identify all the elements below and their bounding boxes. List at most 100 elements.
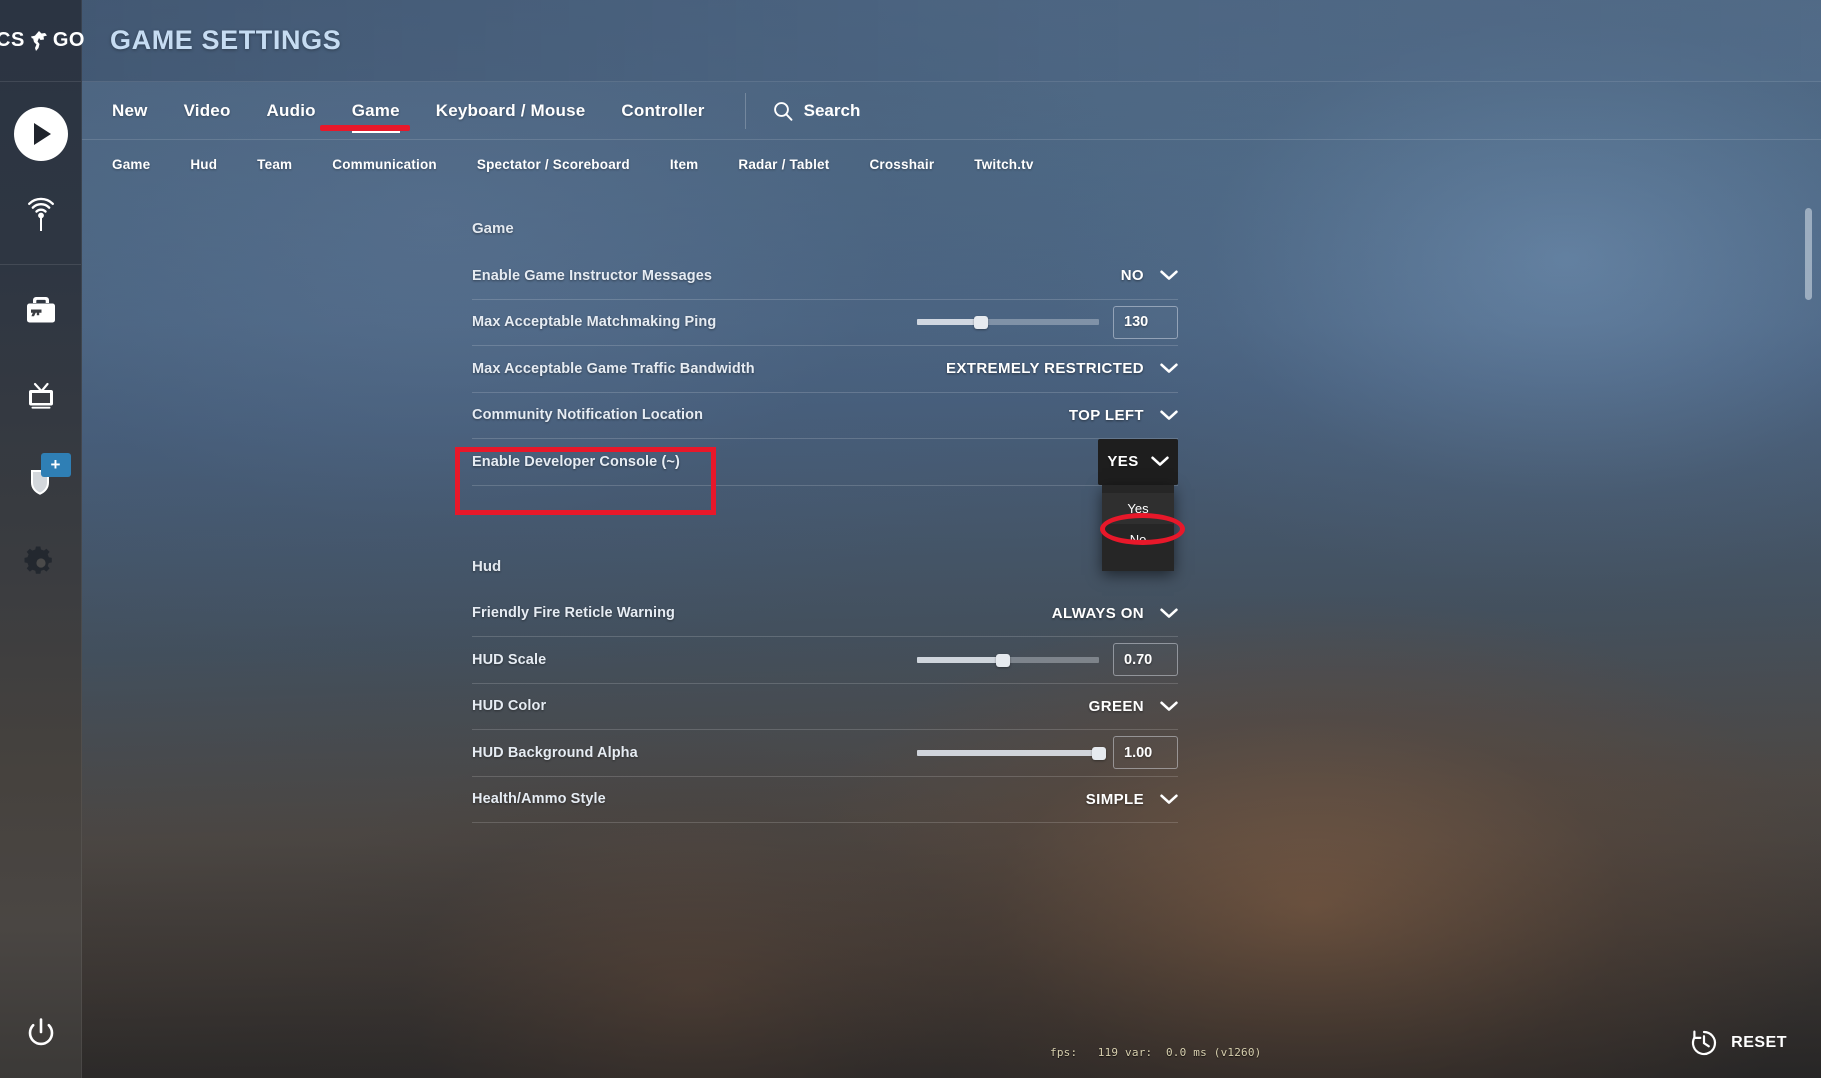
- sidebar-item-upgrade[interactable]: +: [0, 437, 81, 521]
- row-label: HUD Color: [472, 698, 547, 715]
- logo-text-right: GO: [52, 29, 85, 51]
- row-label: Max Acceptable Matchmaking Ping: [472, 314, 717, 331]
- dropdown-health-ammo-style[interactable]: SIMPLE: [1086, 791, 1178, 808]
- setting-row-friendly-fire-reticle-warning: Friendly Fire Reticle Warning ALWAYS ON: [472, 591, 1178, 637]
- power-icon: [28, 1018, 53, 1046]
- section-title-game: Game: [472, 220, 514, 237]
- logo-text-left: CS: [0, 29, 25, 51]
- setting-row-hud-scale: HUD Scale 0.70: [472, 637, 1178, 684]
- settings-list: Game Enable Game Instructor Messages NO …: [472, 202, 1178, 823]
- chevron-down-icon: [1160, 794, 1178, 804]
- row-label: Friendly Fire Reticle Warning: [472, 605, 675, 622]
- bottom-bar: fps: 119 var: 0.0 ms (v1260) RESET: [82, 1016, 1821, 1078]
- dropdown-value: NO: [1120, 267, 1144, 285]
- dropdown-community-notification-location[interactable]: TOP LEFT: [1069, 407, 1178, 424]
- chevron-down-icon: [1160, 608, 1178, 618]
- chevron-down-icon: [1160, 363, 1178, 374]
- history-revert-icon: [1692, 1030, 1717, 1056]
- gear-icon: [24, 546, 52, 574]
- subtab-game[interactable]: Game: [112, 157, 150, 172]
- broadcast-antenna-icon: [27, 197, 54, 231]
- dropdown-friendly-fire-reticle-warning[interactable]: ALWAYS ON: [1052, 605, 1178, 622]
- csgo-logo: CS GO: [0, 0, 84, 82]
- setting-row-enable-developer-console: Enable Developer Console (~) YES Yes No: [472, 438, 1178, 571]
- chevron-down-icon: [1160, 701, 1178, 711]
- sidebar-item-settings[interactable]: [0, 521, 81, 605]
- rail-items: +: [0, 82, 81, 605]
- tab-new[interactable]: New: [112, 82, 148, 140]
- slider-fill: [917, 749, 1099, 756]
- dropdown-toggle-enable-developer-console[interactable]: YES: [1098, 438, 1178, 485]
- play-icon: [13, 107, 68, 161]
- tab-video[interactable]: Video: [184, 82, 231, 140]
- slider-hud-background-alpha[interactable]: [917, 746, 1106, 760]
- tab-game[interactable]: Game: [351, 82, 400, 140]
- dropdown-value: GREEN: [1088, 697, 1144, 715]
- sidebar-item-watch[interactable]: [0, 176, 81, 260]
- fps-counter: fps: 119 var: 0.0 ms (v1260): [1050, 1046, 1262, 1059]
- sidebar-item-inventory[interactable]: [0, 269, 81, 353]
- slider-fill: [917, 319, 981, 326]
- reset-label: RESET: [1731, 1034, 1787, 1051]
- upgrade-plus-badge: +: [40, 453, 71, 477]
- row-label: Community Notification Location: [472, 407, 704, 424]
- subtab-hud[interactable]: Hud: [190, 157, 217, 172]
- scrollbar-thumb[interactable]: [1805, 208, 1812, 300]
- row-label: Enable Developer Console (~): [472, 453, 680, 470]
- subtab-twitch-tv[interactable]: Twitch.tv: [974, 157, 1033, 172]
- dropdown-menu-enable-developer-console: Yes No: [1102, 484, 1174, 571]
- dropdown-hud-color[interactable]: GREEN: [1089, 698, 1178, 715]
- sidebar-item-broadcast-tv[interactable]: [0, 353, 81, 437]
- tab-keyboard-mouse[interactable]: Keyboard / Mouse: [436, 82, 586, 140]
- tab-controller[interactable]: Controller: [621, 82, 704, 140]
- dropdown-enable-developer-console: YES Yes No: [1098, 438, 1178, 571]
- subtab-spectator-scoreboard[interactable]: Spectator / Scoreboard: [477, 157, 630, 172]
- value-input-max-acceptable-matchmaking-ping[interactable]: 130: [1113, 305, 1178, 339]
- subtab-crosshair[interactable]: Crosshair: [869, 157, 934, 172]
- slider-max-acceptable-matchmaking-ping[interactable]: [917, 316, 1099, 330]
- setting-row-enable-game-instructor-messages: Enable Game Instructor Messages NO: [472, 253, 1178, 300]
- dropdown-enable-game-instructor-messages[interactable]: NO: [1121, 267, 1178, 284]
- weapon-case-icon: [26, 297, 55, 323]
- row-label: Enable Game Instructor Messages: [472, 267, 713, 284]
- subtab-item[interactable]: Item: [670, 157, 699, 172]
- chevron-down-icon: [1150, 456, 1169, 467]
- subtab-radar-tablet[interactable]: Radar / Tablet: [738, 157, 829, 172]
- subtab-communication[interactable]: Communication: [332, 157, 437, 172]
- slider-knob[interactable]: [995, 653, 1010, 667]
- search-button[interactable]: Search: [772, 100, 861, 122]
- search-label: Search: [803, 100, 861, 120]
- reset-button[interactable]: RESET: [1689, 1028, 1787, 1058]
- sidebar-item-play[interactable]: [0, 92, 81, 176]
- dropdown-value: SIMPLE: [1085, 790, 1144, 808]
- row-label: HUD Background Alpha: [472, 744, 638, 761]
- setting-row-max-acceptable-matchmaking-ping: Max Acceptable Matchmaking Ping 130: [472, 300, 1178, 346]
- dropdown-option-yes[interactable]: Yes: [1102, 492, 1174, 524]
- setting-row-hud-color: HUD Color GREEN: [472, 684, 1178, 730]
- setting-row-community-notification-location: Community Notification Location TOP LEFT: [472, 393, 1178, 439]
- chevron-down-icon: [1160, 270, 1178, 281]
- dropdown-max-acceptable-game-traffic-bandwidth[interactable]: EXTREMELY RESTRICTED: [946, 360, 1178, 377]
- dropdown-value: EXTREMELY RESTRICTED: [945, 360, 1144, 378]
- slider-hud-scale[interactable]: [917, 653, 1099, 667]
- rail-divider: [0, 264, 81, 265]
- dropdown-value: TOP LEFT: [1068, 406, 1144, 424]
- slider-knob[interactable]: [1092, 746, 1106, 760]
- row-label: Health/Ammo Style: [472, 791, 606, 808]
- dropdown-value: YES: [1107, 453, 1139, 471]
- setting-row-max-acceptable-game-traffic-bandwidth: Max Acceptable Game Traffic Bandwidth EX…: [472, 346, 1178, 393]
- value-input-hud-scale[interactable]: 0.70: [1113, 643, 1178, 677]
- csgo-soldier-icon: [30, 30, 47, 51]
- subtab-team[interactable]: Team: [257, 157, 292, 172]
- value-input-hud-background-alpha[interactable]: 1.00: [1113, 736, 1178, 770]
- content-scrollbar[interactable]: [1805, 192, 1812, 1008]
- setting-row-hud-background-alpha: HUD Background Alpha 1.00: [472, 730, 1178, 777]
- slider-fill: [917, 656, 1003, 663]
- secondary-tabs: Game Hud Team Communication Spectator / …: [82, 140, 1821, 188]
- tab-audio[interactable]: Audio: [267, 82, 316, 140]
- slider-knob[interactable]: [973, 316, 988, 330]
- dropdown-option-no[interactable]: No: [1102, 524, 1174, 555]
- quit-button[interactable]: [0, 988, 81, 1078]
- setting-row-health-ammo-style: Health/Ammo Style SIMPLE: [472, 777, 1178, 823]
- page-title: GAME SETTINGS: [110, 25, 342, 55]
